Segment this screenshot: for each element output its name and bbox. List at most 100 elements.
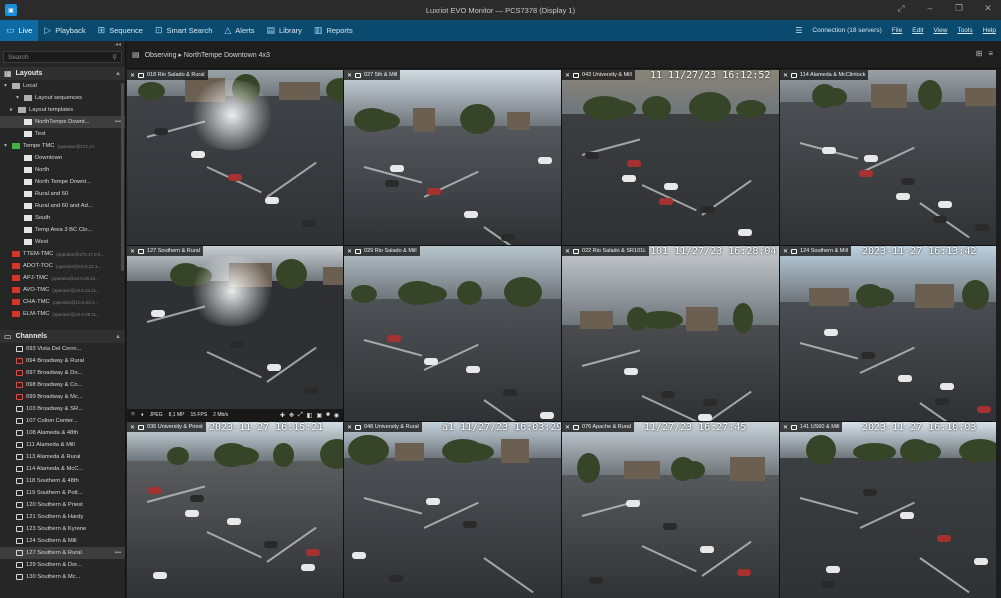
layout-tree-item[interactable]: TTEM-TMC (operator@172.17.0.5... — [0, 248, 125, 260]
close-tile-icon[interactable]: ✕ — [565, 424, 570, 431]
layout-tree-item[interactable]: CHA-TMC (operator@10.0.23.1... — [0, 296, 125, 308]
channel-item[interactable]: 130 Southern & Mc... — [0, 571, 125, 583]
layout-tree-item[interactable]: North — [0, 164, 125, 176]
menu-file[interactable]: File — [892, 27, 902, 34]
sidebar-scrollbar[interactable] — [121, 83, 124, 271]
ptz-icon[interactable]: ✚ — [280, 412, 285, 419]
layouts-header[interactable]: ▦ Layouts ▲ — [0, 67, 125, 80]
collapse-caret-icon[interactable]: ▲ — [115, 334, 121, 340]
close-icon[interactable]: ✕ — [981, 3, 995, 14]
layout-tree-item[interactable]: Rural and 60 and Ad... — [0, 200, 125, 212]
channel-item[interactable]: 118 Southern & 48th — [0, 475, 125, 487]
camera-tile[interactable]: ✕ 048 University & Rural a1 11/27/23 16:03… — [344, 422, 561, 598]
lock-icon[interactable] — [573, 72, 580, 78]
layout-tree-item[interactable]: ▸ Layout templates — [0, 104, 125, 116]
layout-tree-item[interactable]: ELM-TMC (operator@10.0.28.11... — [0, 308, 125, 320]
channel-item[interactable]: 124 Southern & Mill — [0, 535, 125, 547]
camera-tile[interactable]: ✕ 043 University & Mill 11 11/27/23 16:12:… — [562, 70, 779, 245]
camera-tile[interactable]: ✕ 076 Apache & Rural 11/27/23 16:27:45 — [562, 422, 779, 598]
layout-tree-item[interactable]: South — [0, 212, 125, 224]
camera-tile[interactable]: ✕ 036 University & Priest 2023-11-27 16:15… — [127, 422, 343, 598]
close-tile-icon[interactable]: ✕ — [783, 72, 788, 79]
channel-item[interactable]: 121 Southern & Hardy — [0, 511, 125, 523]
close-tile-icon[interactable]: ✕ — [130, 248, 135, 255]
channel-item[interactable]: 127 Southern & Rural ••• — [0, 547, 125, 559]
camera-tile[interactable]: ✕ 022 Rio Salado & SR101L 101 11/27/23 16:… — [562, 246, 779, 421]
lock-icon[interactable] — [573, 424, 580, 430]
lock-icon[interactable] — [355, 72, 362, 78]
close-tile-icon[interactable]: ✕ — [565, 72, 570, 79]
camera-tile[interactable]: ✕ 114 Alameda & McClintock — [780, 70, 996, 245]
channel-item[interactable]: 114 Alameda & McC... — [0, 463, 125, 475]
minimize-icon[interactable]: – — [923, 3, 937, 14]
layout-tree-item[interactable]: ▾ Local — [0, 80, 125, 92]
menu-edit[interactable]: Edit — [912, 27, 923, 34]
channel-item[interactable]: 108 Alameda & 48th — [0, 427, 125, 439]
camera-tile[interactable]: ✕ 141 US60 & Mill 2023-11-27 16:10:03 — [780, 422, 996, 598]
channel-item[interactable]: 103 Broadway & SR... — [0, 403, 125, 415]
expand-arrow-icon[interactable]: ▸ — [10, 107, 15, 113]
tab-alerts[interactable]: △ Alerts — [218, 20, 260, 41]
fullscreen-icon[interactable]: ⤢ — [894, 3, 908, 14]
layout-menu-icon[interactable]: ≡ — [988, 49, 993, 58]
layout-tree-item[interactable]: ADOT-TOC (operator@10.0.22.1... — [0, 260, 125, 272]
snapshot-icon[interactable]: ◧ — [307, 412, 313, 419]
layout-tree-item[interactable]: ▾ Tempe TMC (operator@172.17... — [0, 140, 125, 152]
channel-item[interactable]: 099 Broadway & Mc... — [0, 391, 125, 403]
tab-reports[interactable]: ▥ Reports — [308, 20, 359, 41]
audio-icon[interactable]: ♦ — [141, 412, 144, 418]
search-input[interactable]: Search ⚲ — [3, 51, 122, 63]
layout-tree-item[interactable]: ▾ Layout sequences — [0, 92, 125, 104]
channel-item[interactable]: 119 Southern & Pott... — [0, 487, 125, 499]
close-tile-icon[interactable]: ✕ — [347, 424, 352, 431]
close-tile-icon[interactable]: ✕ — [783, 424, 788, 431]
connection-status[interactable]: Connection (18 servers) — [812, 27, 881, 34]
collapse-sidebar-icon[interactable]: ◂◂ — [0, 41, 125, 49]
camera-tile[interactable]: ✕ 124 Southern & Mill 2023-11-27 16:13:42 — [780, 246, 996, 421]
close-tile-icon[interactable]: ✕ — [130, 424, 135, 431]
lock-icon[interactable] — [138, 248, 145, 254]
tab-smart-search[interactable]: ⊡ Smart Search — [149, 20, 218, 41]
channel-item[interactable]: 097 Broadway & Do... — [0, 367, 125, 379]
lock-icon[interactable] — [791, 424, 798, 430]
lock-icon[interactable] — [355, 248, 362, 254]
lock-icon[interactable] — [791, 72, 798, 78]
channel-item[interactable]: 113 Alameda & Rural — [0, 451, 125, 463]
lock-icon[interactable] — [573, 248, 580, 254]
camera-tile[interactable]: ✕ 127 Southern & Rural ⤧ ♦ JPEG 8,1 MP 15 FPS 2… — [127, 246, 343, 421]
tab-sequence[interactable]: ⊞ Sequence — [92, 20, 149, 41]
camera-tile[interactable]: ✕ 018 Rio Salado & Rural — [127, 70, 343, 245]
tab-playback[interactable]: ▷ Playback — [38, 20, 91, 41]
expand-icon[interactable]: ⤧ — [131, 412, 135, 418]
lock-icon[interactable] — [355, 424, 362, 430]
close-tile-icon[interactable]: ✕ — [565, 248, 570, 255]
zoom-icon[interactable]: ⤢ — [298, 412, 303, 419]
close-tile-icon[interactable]: ✕ — [130, 72, 135, 79]
layout-tree-item[interactable]: AVO-TMC (operator@10.0.24.11... — [0, 284, 125, 296]
tab-live[interactable]: ▭ Live — [0, 20, 39, 41]
expand-arrow-icon[interactable]: ▾ — [16, 95, 21, 101]
camera-icon[interactable]: ◉ — [334, 412, 339, 419]
camera-tile[interactable]: ✕ 027 5th & Mill — [344, 70, 561, 245]
channel-item[interactable]: 107 Colton Center... — [0, 415, 125, 427]
menu-tools[interactable]: Tools — [957, 27, 972, 34]
bookmark-icon[interactable]: ■ — [326, 412, 330, 419]
expand-arrow-icon[interactable]: ▾ — [4, 143, 9, 149]
move-icon[interactable]: ✥ — [289, 412, 294, 419]
layout-tree-item[interactable]: APJ-TMC (operator@10.0.26.10... — [0, 272, 125, 284]
close-tile-icon[interactable]: ✕ — [783, 248, 788, 255]
layout-tree-item[interactable]: Temp Area 3 BC Clo... — [0, 224, 125, 236]
layout-tree-item[interactable]: North Tempe Downt... — [0, 176, 125, 188]
layout-tree-item[interactable]: West — [0, 236, 125, 248]
lock-icon[interactable] — [138, 424, 145, 430]
channel-item[interactable]: 093 Vista Del Cerro... — [0, 343, 125, 355]
layout-tree-item[interactable]: Test — [0, 128, 125, 140]
layout-tree-item[interactable]: NorthTempe Downt... ••• — [0, 116, 125, 128]
lock-icon[interactable] — [138, 72, 145, 78]
tab-library[interactable]: ▤ Library — [260, 20, 307, 41]
layout-split-icon[interactable]: ⊞ — [976, 49, 983, 58]
expand-arrow-icon[interactable]: ▾ — [4, 83, 9, 89]
camera-tile[interactable]: ✕ 029 Rio Salado & Mill — [344, 246, 561, 421]
layout-tree-item[interactable]: Rural and 60 — [0, 188, 125, 200]
channel-item[interactable]: 120 Southern & Priest — [0, 499, 125, 511]
